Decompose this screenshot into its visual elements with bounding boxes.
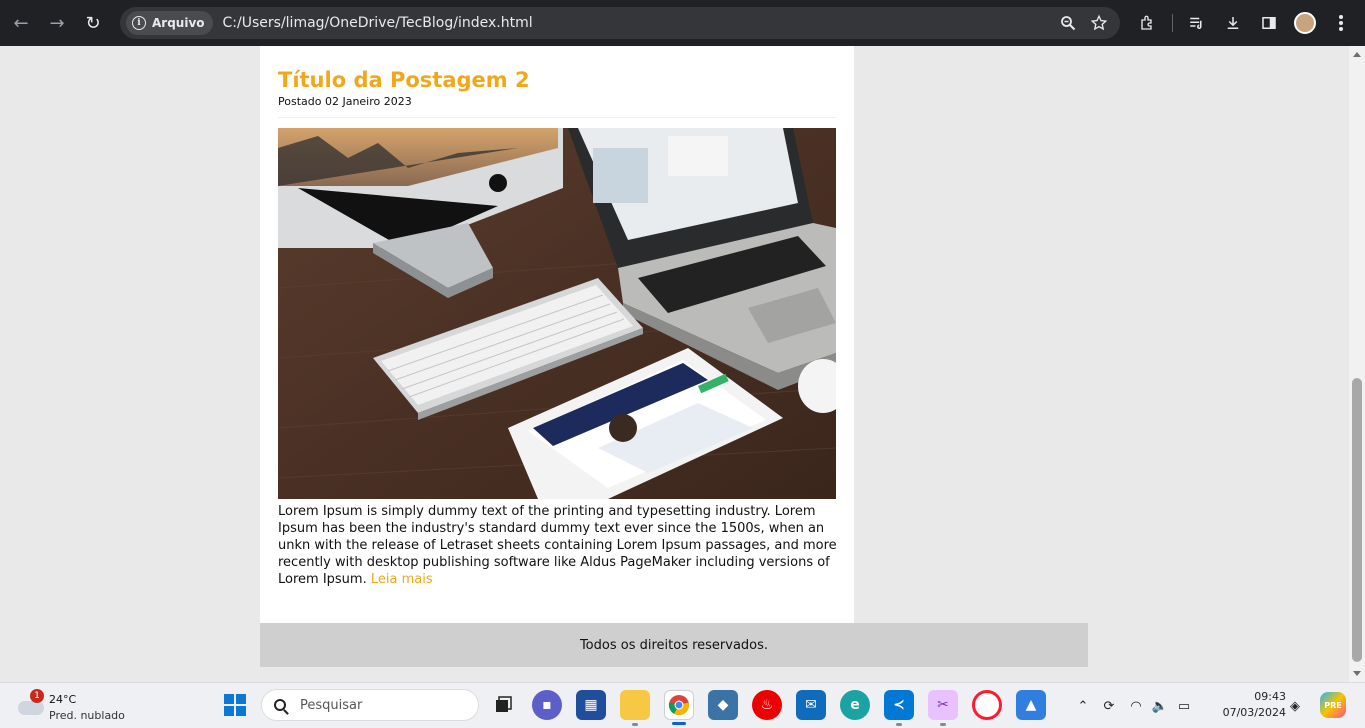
clock-date: 07/03/2024: [1222, 706, 1286, 719]
download-icon: [1227, 17, 1239, 29]
extensions-icon: [1141, 15, 1152, 30]
windows-logo-tile: [224, 694, 234, 704]
reading-list-button[interactable]: [1179, 5, 1215, 41]
santander-flame-icon: ♨: [760, 697, 774, 713]
sync-icon[interactable]: ⟳: [1094, 699, 1124, 714]
chat-icon: ▪: [542, 697, 552, 713]
forward-arrow-icon: →: [49, 12, 65, 34]
reload-button[interactable]: ↻: [75, 5, 111, 41]
post-body: Lorem Ipsum is simply dummy text of the …: [278, 504, 837, 587]
chrome-app[interactable]: [664, 690, 694, 725]
cloud-icon: [18, 701, 44, 715]
file-explorer-app[interactable]: [620, 690, 650, 726]
post-image: [278, 128, 836, 499]
reading-list-icon: [1190, 17, 1202, 29]
page-scrollbar[interactable]: [1349, 46, 1365, 682]
python-icon: ◆: [717, 697, 729, 713]
store-icon: ▦: [584, 697, 598, 713]
mail-app[interactable]: ✉: [796, 690, 826, 720]
clock-time: 09:43: [1254, 690, 1286, 703]
chat-app[interactable]: ▪: [532, 690, 562, 720]
read-more-link[interactable]: Leia mais: [371, 572, 433, 587]
blog-post: Título da Postagem 2 Postado 02 Janeiro …: [260, 46, 854, 623]
taskbar-search[interactable]: Pesquisar: [261, 689, 479, 721]
scroll-thumb[interactable]: [1352, 378, 1362, 662]
copilot-button[interactable]: PRE: [1320, 692, 1346, 718]
weather-description: Pred. nublado: [49, 709, 125, 722]
zoom-icon[interactable]: [1060, 15, 1076, 31]
taskbar-clock[interactable]: 09:43 07/03/2024: [1214, 689, 1286, 721]
post-date: Postado 02 Janeiro 2023: [278, 95, 412, 108]
scroll-down-arrow-icon[interactable]: [1353, 671, 1361, 676]
wifi-icon[interactable]: ◠: [1124, 699, 1148, 714]
side-panel-icon: [1262, 17, 1276, 29]
side-panel-button[interactable]: [1251, 5, 1287, 41]
downloads-button[interactable]: [1215, 5, 1251, 41]
extensions-button[interactable]: [1130, 5, 1166, 41]
back-arrow-icon: ←: [13, 12, 29, 34]
profile-button[interactable]: [1287, 5, 1323, 41]
back-button[interactable]: ←: [3, 5, 39, 41]
site-footer: Todos os direitos reservados.: [260, 623, 1088, 667]
vscode-icon: ≺: [893, 697, 905, 713]
address-bar[interactable]: i Arquivo C:/Users/limag/OneDrive/TecBlo…: [120, 7, 1120, 39]
search-icon: [274, 699, 286, 711]
browser-toolbar: ← → ↻ i Arquivo C:/Users/limag/OneDrive/…: [0, 0, 1365, 46]
python-app[interactable]: ◆: [708, 690, 738, 720]
opera-app[interactable]: [972, 690, 1002, 720]
windows-logo-tile: [236, 694, 246, 704]
footer-text: Todos os direitos reservados.: [579, 637, 769, 653]
show-hidden-icons-chevron-icon[interactable]: ⌃: [1072, 699, 1094, 714]
site-info-chip[interactable]: i Arquivo: [126, 11, 213, 35]
reload-icon: ↻: [85, 12, 101, 34]
chrome-icon: [668, 695, 689, 716]
scissors-icon: ✂: [937, 697, 949, 713]
system-tray: ⌃ ⟳ ◠ 🔈 ▭: [1072, 683, 1196, 728]
notification-center-button[interactable]: ◈: [1290, 683, 1300, 728]
edge-app[interactable]: e: [840, 690, 870, 720]
info-icon: i: [132, 16, 146, 30]
desk-illustration: [278, 128, 836, 499]
volume-icon[interactable]: 🔈: [1148, 699, 1172, 714]
vscode-app[interactable]: ≺: [884, 690, 914, 726]
store-app[interactable]: ▦: [576, 690, 606, 720]
start-button[interactable]: [224, 694, 246, 716]
windows-taskbar: 1 24°C Pred. nublado Pesquisar ▪ ▦ ◆ ♨ ✉…: [0, 682, 1365, 728]
scroll-up-arrow-icon[interactable]: [1353, 52, 1361, 57]
forward-button[interactable]: →: [39, 5, 75, 41]
running-indicator: [632, 723, 638, 726]
snipping-tool-app[interactable]: ✂: [928, 690, 958, 726]
santander-app[interactable]: ♨: [752, 690, 782, 720]
chrome-menu-button[interactable]: [1323, 5, 1359, 41]
post-divider: [278, 117, 836, 118]
notification-bell-icon: ◈: [1290, 698, 1300, 714]
url-text[interactable]: C:/Users/limag/OneDrive/TecBlog/index.ht…: [223, 15, 533, 31]
site-info-label: Arquivo: [152, 16, 205, 30]
weather-temperature: 24°C: [49, 693, 77, 706]
copilot-icon: PRE: [1324, 700, 1342, 710]
toolbar-separator: [1172, 14, 1173, 32]
web-page: Título da Postagem 2 Postado 02 Janeiro …: [0, 46, 1349, 682]
mail-icon: ✉: [805, 697, 817, 713]
bookmark-star-icon[interactable]: [1090, 14, 1108, 32]
battery-icon[interactable]: ▭: [1172, 699, 1196, 714]
task-view-button[interactable]: [488, 690, 518, 720]
profile-avatar: [1294, 12, 1316, 34]
menu-kebab-icon: [1339, 15, 1343, 31]
photos-icon: ▲: [1025, 697, 1037, 713]
windows-logo-tile: [236, 706, 246, 716]
active-indicator: [672, 722, 686, 725]
notification-badge: 1: [30, 689, 44, 703]
post-title: Título da Postagem 2: [278, 68, 530, 92]
photos-app[interactable]: ▲: [1016, 690, 1046, 720]
post-excerpt: Lorem Ipsum is simply dummy text of the …: [278, 503, 838, 588]
windows-logo-tile: [224, 706, 234, 716]
weather-widget[interactable]: 1 24°C Pred. nublado: [14, 687, 144, 727]
running-indicator: [940, 723, 946, 726]
search-placeholder: Pesquisar: [300, 697, 363, 713]
task-view-icon: [496, 696, 512, 712]
running-indicator: [896, 723, 902, 726]
edge-icon: e: [850, 697, 860, 713]
